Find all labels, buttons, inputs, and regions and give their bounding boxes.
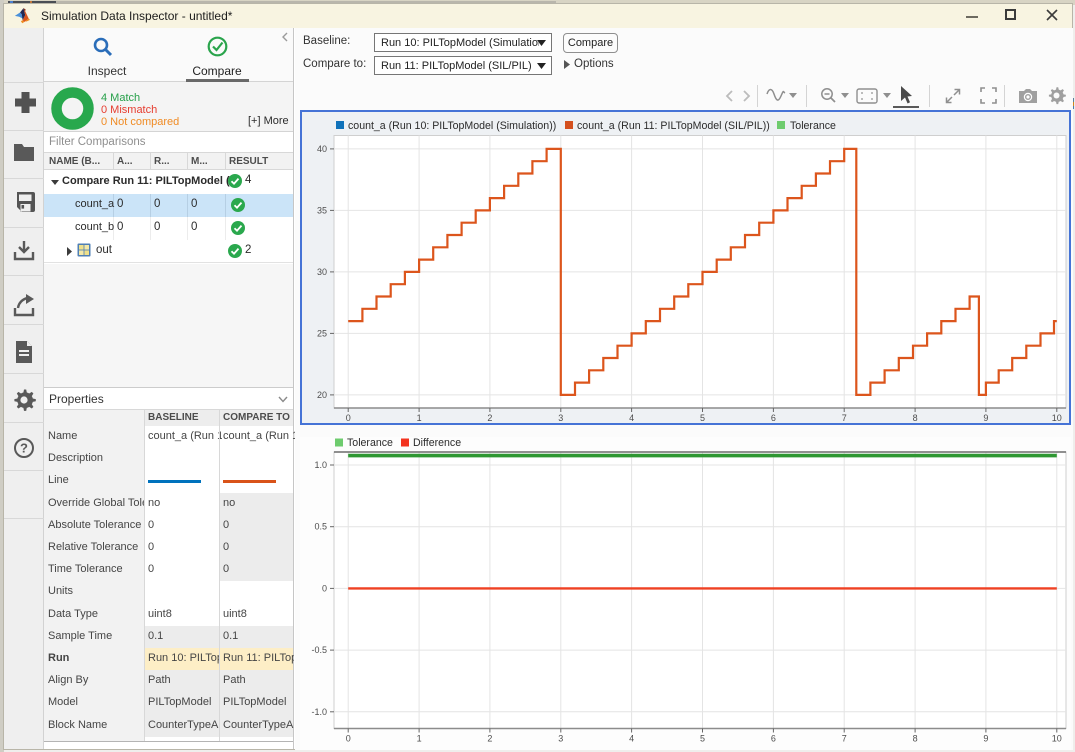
svg-text:20: 20 [317,390,327,400]
svg-text:8: 8 [913,734,918,744]
svg-text:1.0: 1.0 [314,460,327,470]
svg-text:?: ? [20,441,28,456]
svg-text:3: 3 [558,413,563,423]
svg-text:30: 30 [317,267,327,277]
svg-text:0: 0 [322,583,327,593]
svg-text:9: 9 [983,734,988,744]
svg-text:4: 4 [629,734,634,744]
svg-text:-1.0: -1.0 [311,707,327,717]
svg-text:Tolerance: Tolerance [790,120,836,132]
svg-text:2: 2 [487,413,492,423]
svg-text:0: 0 [346,734,351,744]
svg-text:1: 1 [417,734,422,744]
svg-text:6: 6 [771,413,776,423]
svg-text:8: 8 [913,413,918,423]
svg-text:0: 0 [346,413,351,423]
svg-text:1: 1 [417,413,422,423]
svg-text:Tolerance: Tolerance [347,437,393,449]
svg-text:7: 7 [842,734,847,744]
svg-text:4: 4 [629,413,634,423]
svg-text:3: 3 [558,734,563,744]
svg-text:Difference: Difference [413,437,461,449]
svg-text:35: 35 [317,205,327,215]
svg-text:5: 5 [700,734,705,744]
svg-text:7: 7 [842,413,847,423]
svg-text:5: 5 [700,413,705,423]
svg-text:9: 9 [983,413,988,423]
svg-text:10: 10 [1052,413,1062,423]
svg-text:10: 10 [1052,734,1062,744]
svg-text:2: 2 [487,734,492,744]
svg-text:6: 6 [771,734,776,744]
svg-text:0.5: 0.5 [314,522,327,532]
svg-text:count_a (Run 11: PILTopModel (: count_a (Run 11: PILTopModel (SIL/PIL)) [577,120,770,132]
svg-text:40: 40 [317,144,327,154]
svg-text:-0.5: -0.5 [311,645,327,655]
svg-text:count_a (Run 10: PILTopModel (: count_a (Run 10: PILTopModel (Simulation… [348,120,556,132]
svg-text:25: 25 [317,328,327,338]
